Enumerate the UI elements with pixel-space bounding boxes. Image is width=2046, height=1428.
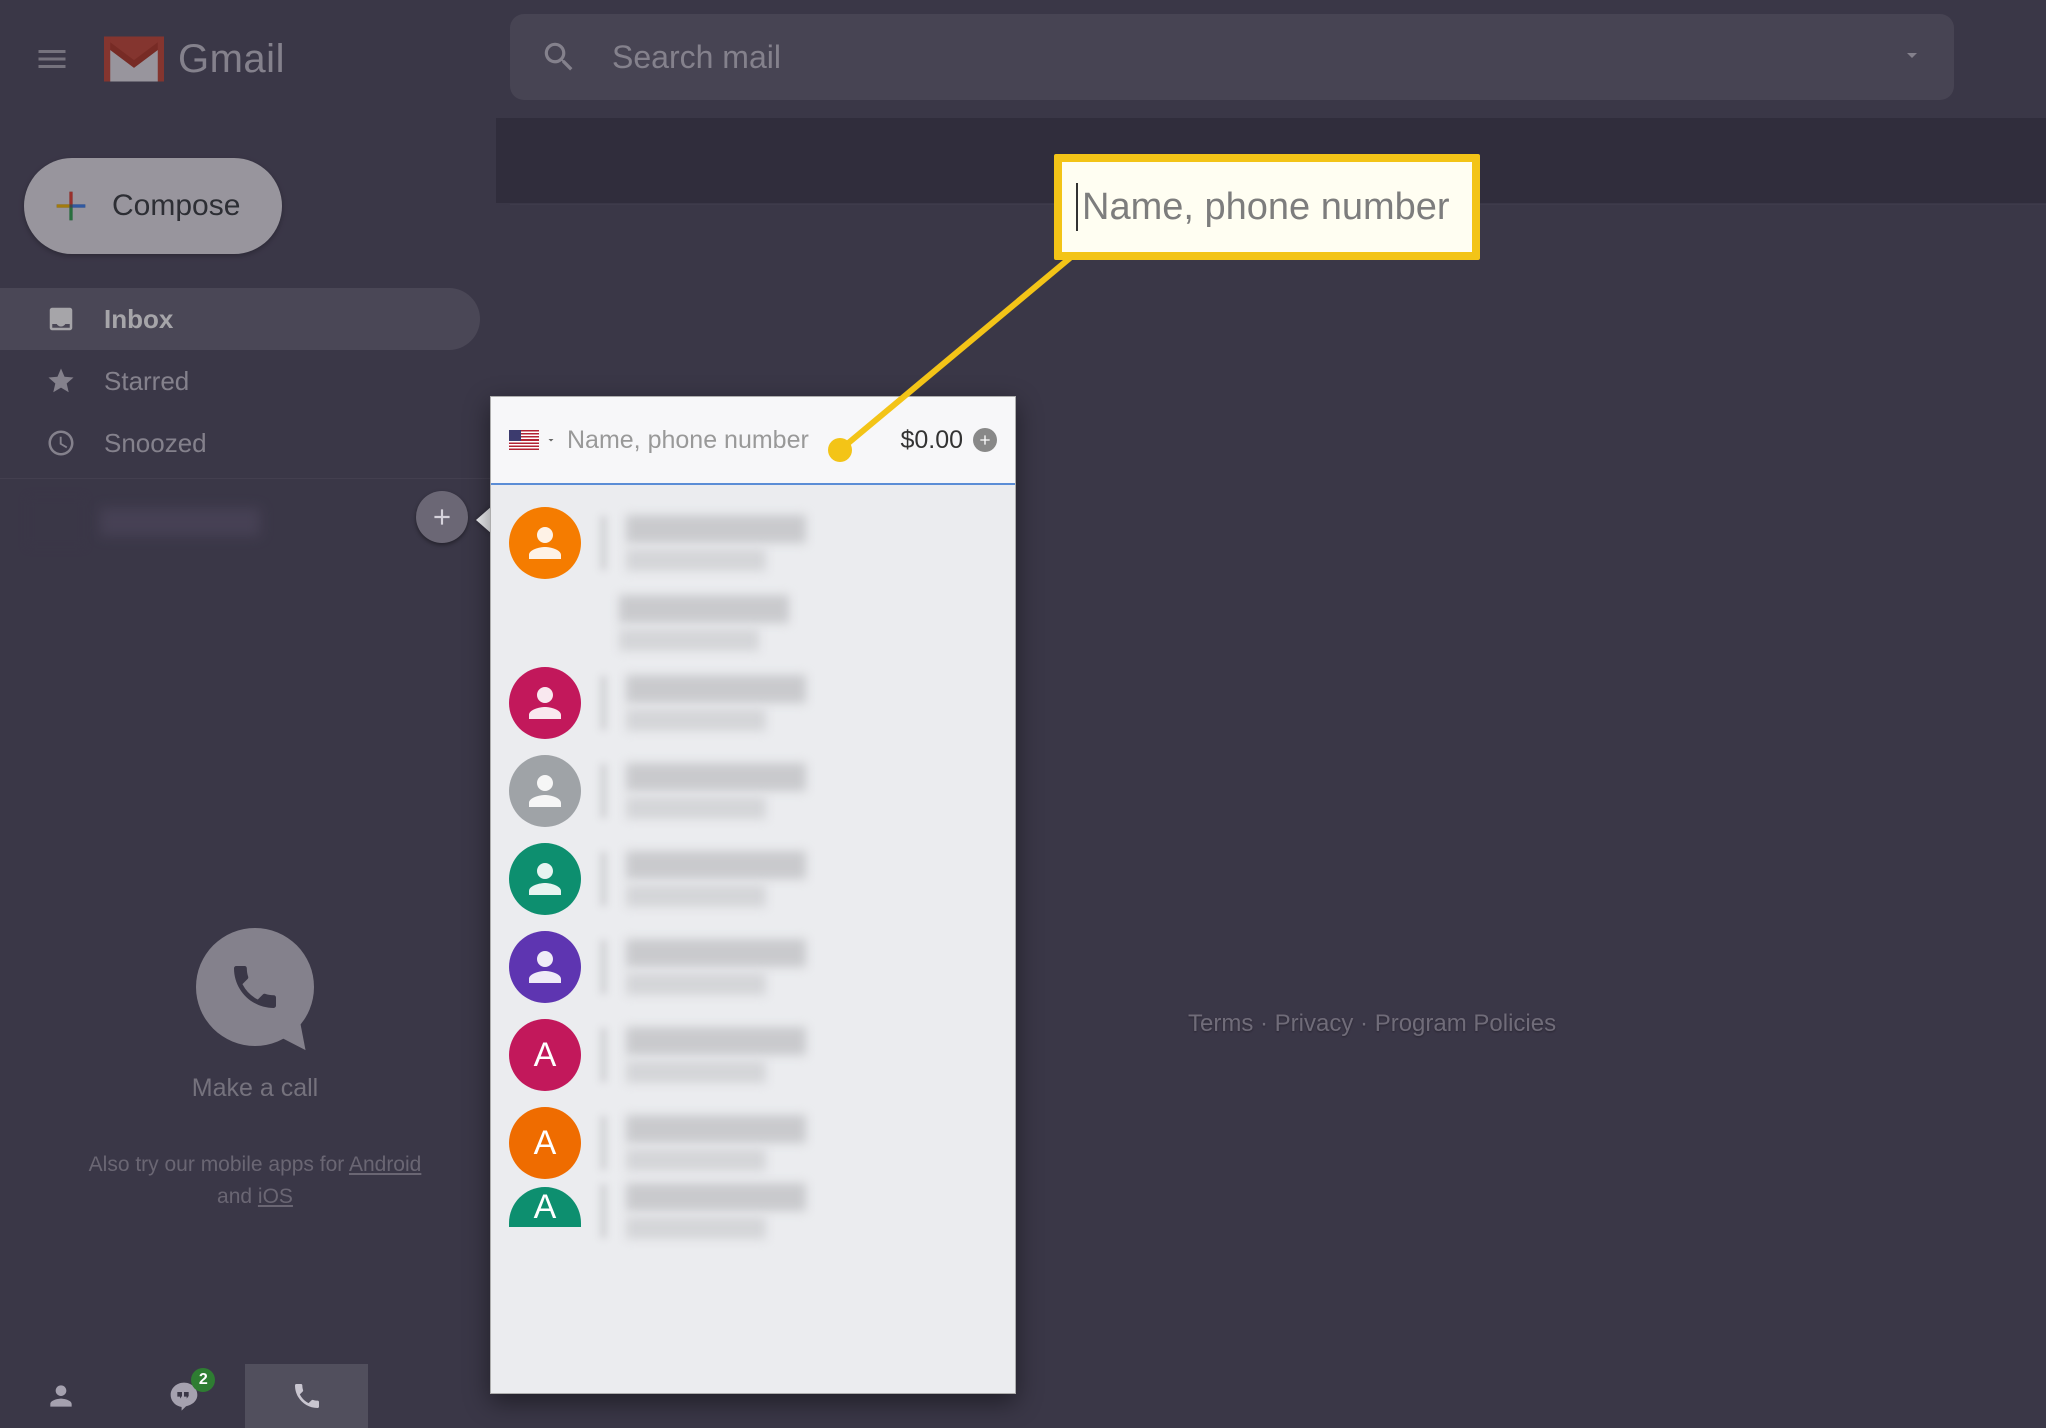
contact-row[interactable] [491, 659, 1015, 747]
hangouts-current-user[interactable] [28, 497, 482, 547]
popup-input-row: $0.00 [491, 397, 1015, 485]
compose-label: Compose [112, 189, 240, 223]
terms-link[interactable]: Terms [1188, 1010, 1253, 1037]
person-icon [45, 1380, 77, 1412]
contact-avatar [509, 843, 581, 915]
main-menu-button[interactable] [28, 35, 76, 83]
nav-starred[interactable]: Starred [0, 350, 480, 412]
ios-link[interactable]: iOS [258, 1185, 293, 1208]
gmail-logo[interactable]: Gmail [104, 36, 285, 82]
call-title: Make a call [0, 1074, 510, 1103]
status-indicator [601, 516, 606, 570]
caret-down-icon [1900, 43, 1924, 67]
android-link[interactable]: Android [349, 1153, 421, 1176]
plus-icon [429, 504, 455, 530]
add-credit-button[interactable] [973, 428, 997, 452]
nav-inbox[interactable]: Inbox [0, 288, 480, 350]
app-name: Gmail [178, 37, 285, 82]
nav-snoozed[interactable]: Snoozed [0, 412, 480, 474]
contact-info-redacted [626, 1115, 991, 1171]
star-icon [46, 366, 76, 396]
contact-row[interactable]: A [491, 1099, 1015, 1187]
status-indicator [601, 1028, 606, 1082]
status-indicator [601, 852, 606, 906]
new-conversation-button[interactable] [416, 491, 468, 543]
search-icon [540, 38, 578, 76]
contact-list[interactable]: AAA [491, 485, 1015, 1393]
contact-row[interactable] [601, 587, 1015, 659]
contact-row[interactable]: A [491, 1011, 1015, 1099]
contact-avatar [509, 507, 581, 579]
caret-down-icon [545, 434, 557, 446]
phone-tab[interactable] [245, 1364, 368, 1428]
user-name-redacted [100, 508, 260, 536]
contacts-tab[interactable] [0, 1364, 123, 1428]
contact-row[interactable] [491, 747, 1015, 835]
contact-avatar [509, 931, 581, 1003]
search-options-button[interactable] [1900, 43, 1924, 72]
nav-label: Inbox [104, 304, 173, 335]
footer-links: Terms · Privacy · Program Policies [1188, 1010, 1556, 1038]
contact-info-redacted [626, 515, 991, 571]
search-bar[interactable] [510, 14, 1954, 100]
chat-bottom-bar: 2 [0, 1364, 368, 1428]
call-credit: $0.00 [900, 426, 963, 455]
contact-row[interactable] [491, 923, 1015, 1011]
contact-avatar: A [509, 1019, 581, 1091]
contact-info-redacted [626, 675, 991, 731]
inbox-icon [46, 304, 76, 334]
contact-info-redacted [626, 763, 991, 819]
call-popup: $0.00 AAA [490, 396, 1016, 1394]
status-indicator [601, 940, 606, 994]
nav-list: Inbox Starred Snoozed [0, 288, 480, 474]
user-avatar [28, 497, 84, 547]
contact-avatar [509, 755, 581, 827]
compose-plus-icon [52, 187, 90, 225]
call-bubble-icon [196, 928, 314, 1046]
callout-box: Name, phone number [1054, 154, 1480, 260]
sidebar: Compose Inbox Starred Snoozed Make a cal… [0, 118, 510, 1428]
search-input[interactable] [612, 39, 1900, 76]
contact-info-redacted [626, 1027, 991, 1083]
clock-icon [46, 428, 76, 458]
contact-row[interactable] [491, 499, 1015, 587]
status-indicator [601, 676, 606, 730]
hamburger-icon [34, 41, 70, 77]
header: Gmail [0, 0, 2046, 118]
policies-link[interactable]: Program Policies [1375, 1010, 1556, 1037]
us-flag-icon [509, 430, 539, 450]
callout-dot [828, 438, 852, 462]
compose-button[interactable]: Compose [24, 158, 282, 254]
contact-avatar: A [509, 1107, 581, 1179]
gmail-envelope-icon [104, 36, 164, 82]
nav-label: Snoozed [104, 428, 207, 459]
callout-text: Name, phone number [1082, 186, 1450, 229]
status-indicator [601, 1184, 606, 1238]
nav-label: Starred [104, 366, 189, 397]
hangouts-tab[interactable]: 2 [123, 1364, 246, 1428]
call-section: Make a call Also try our mobile apps for… [0, 928, 510, 1212]
contact-avatar: A [509, 1187, 581, 1227]
hangouts-badge: 2 [191, 1368, 215, 1392]
call-subtitle: Also try our mobile apps for Android and… [0, 1149, 510, 1212]
country-selector[interactable] [509, 430, 557, 450]
contact-info-redacted [626, 939, 991, 995]
privacy-link[interactable]: Privacy [1275, 1010, 1354, 1037]
phone-icon [291, 1380, 323, 1412]
status-indicator [601, 764, 606, 818]
phone-icon [227, 959, 283, 1015]
plus-icon [977, 432, 993, 448]
contact-info-redacted [626, 1183, 991, 1239]
contact-row[interactable]: A [491, 1187, 1015, 1235]
contact-info-redacted [626, 851, 991, 907]
text-cursor-icon [1076, 183, 1078, 231]
contact-avatar [509, 667, 581, 739]
contact-row[interactable] [491, 835, 1015, 923]
status-indicator [601, 1116, 606, 1170]
